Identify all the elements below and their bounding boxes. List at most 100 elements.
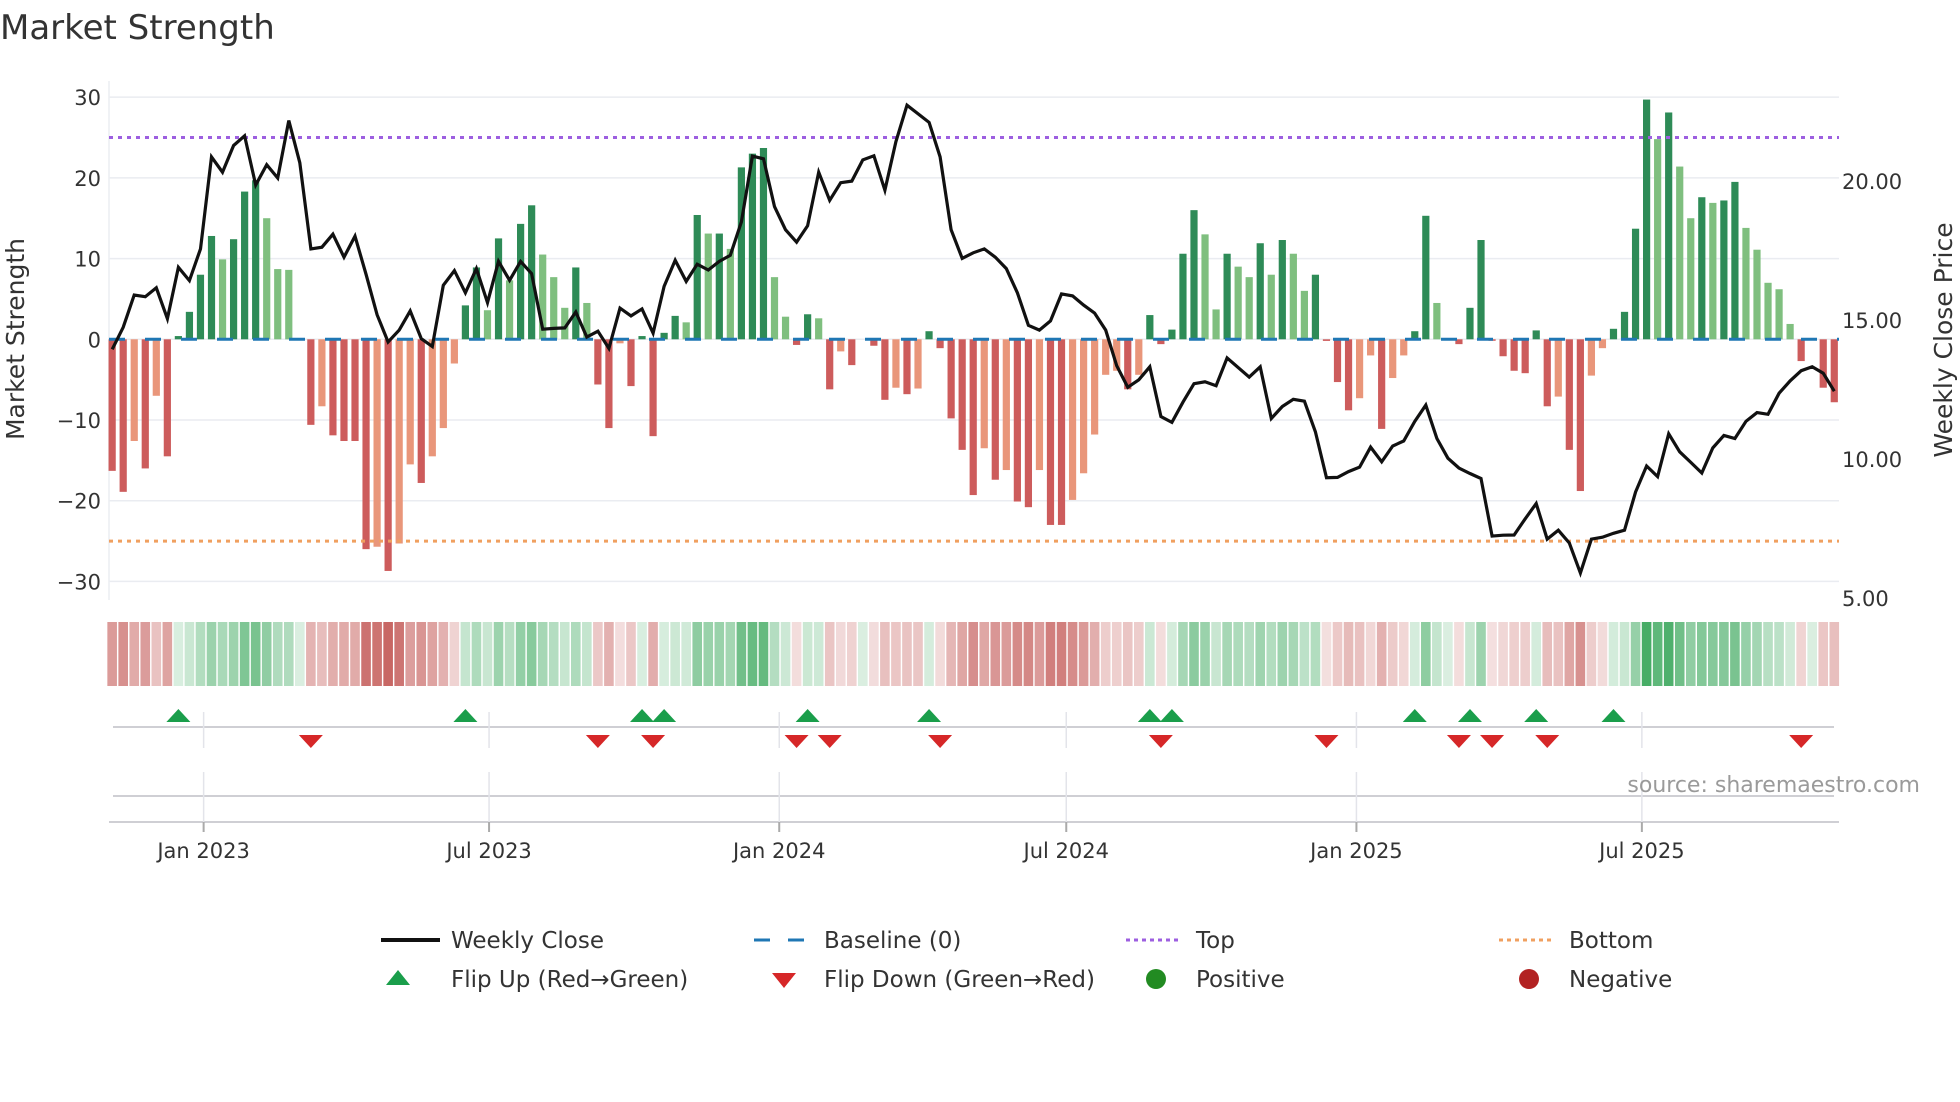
heat-cell bbox=[184, 622, 195, 686]
heat-cell bbox=[261, 622, 272, 686]
heat-cell bbox=[372, 622, 382, 686]
heat-cell bbox=[361, 622, 371, 686]
positive-strength-bar bbox=[1146, 315, 1154, 340]
legend-label: Flip Down (Green→Red) bbox=[824, 967, 1095, 993]
heat-cell bbox=[1100, 622, 1111, 686]
negative-strength-bar bbox=[1046, 339, 1055, 525]
flip-down-marker bbox=[1148, 735, 1173, 748]
legend-item-flip-up: Flip Up (Red→Green) bbox=[386, 967, 688, 993]
flip-down-marker bbox=[1535, 735, 1560, 748]
negative-strength-bar bbox=[1013, 339, 1021, 502]
positive-strength-bar bbox=[174, 336, 182, 340]
heat-cell bbox=[1089, 622, 1100, 686]
x-tick-label: Jan 2023 bbox=[155, 839, 250, 863]
heat-cell bbox=[703, 622, 714, 686]
heat-cell bbox=[537, 622, 548, 686]
positive-strength-bar bbox=[218, 259, 227, 340]
negative-strength-bar bbox=[119, 339, 127, 492]
flip-down-marker bbox=[298, 735, 323, 748]
heat-cell bbox=[1818, 622, 1829, 686]
positive-strength-bar bbox=[737, 167, 745, 340]
legend-item-top: Top bbox=[1126, 928, 1235, 954]
heat-cell bbox=[1696, 622, 1707, 686]
heat-cell bbox=[979, 622, 990, 686]
heat-cell bbox=[1222, 622, 1232, 686]
legend-item-bottom: Bottom bbox=[1499, 928, 1653, 954]
heat-cell bbox=[902, 622, 912, 686]
heat-cell bbox=[162, 622, 173, 686]
positive-strength-bar bbox=[1631, 228, 1640, 340]
legend-label: Flip Up (Red→Green) bbox=[451, 967, 688, 993]
positive-strength-bar bbox=[1300, 290, 1308, 340]
positive-strength-bar bbox=[704, 233, 712, 340]
heat-cell bbox=[692, 622, 703, 686]
heat-cell bbox=[1376, 622, 1387, 686]
heat-cell bbox=[1708, 622, 1718, 686]
heat-cell bbox=[1652, 622, 1663, 686]
heat-cell bbox=[913, 622, 923, 686]
negative-strength-bar bbox=[1499, 339, 1507, 357]
negative-strength-bar bbox=[1819, 339, 1827, 388]
heat-cell bbox=[1774, 622, 1784, 686]
flip-down-marker bbox=[784, 735, 809, 748]
negative-strength-bar bbox=[1068, 339, 1077, 500]
y-tick-label: 10 bbox=[74, 248, 101, 272]
legend-label: Positive bbox=[1196, 967, 1285, 993]
heat-cell bbox=[858, 622, 868, 686]
negative-strength-bar bbox=[362, 339, 370, 550]
heat-cell bbox=[1608, 622, 1619, 686]
heat-cell bbox=[548, 622, 559, 686]
heat-cell bbox=[659, 622, 669, 686]
x-tick-label: Jan 2025 bbox=[1308, 839, 1403, 863]
chart-title: Market Strength bbox=[0, 8, 275, 48]
positive-strength-bar bbox=[274, 269, 282, 340]
flip-up-marker bbox=[795, 709, 820, 722]
heat-cell bbox=[295, 622, 305, 686]
positive-strength-bar bbox=[1775, 289, 1783, 340]
strength-heat-strip bbox=[107, 622, 1840, 686]
heat-cell bbox=[1299, 622, 1310, 686]
heat-cell bbox=[835, 622, 846, 686]
heat-cell bbox=[1465, 622, 1475, 686]
negative-strength-bar bbox=[649, 339, 657, 437]
heat-cell bbox=[1012, 622, 1023, 686]
heat-cell bbox=[1763, 622, 1773, 686]
heat-cell bbox=[526, 622, 537, 686]
heat-cell bbox=[1001, 622, 1012, 686]
positive-strength-bar bbox=[1731, 181, 1739, 340]
heat-cell bbox=[118, 622, 128, 686]
y2-tick-label: 5.00 bbox=[1842, 587, 1889, 611]
heat-cell bbox=[306, 622, 316, 686]
flip-up-marker bbox=[166, 709, 191, 722]
positive-strength-bar bbox=[1676, 166, 1684, 340]
negative-strength-bar bbox=[351, 339, 359, 441]
heat-cell bbox=[559, 622, 570, 686]
negative-strength-bar bbox=[605, 339, 613, 429]
flip-up-marker bbox=[1159, 709, 1184, 722]
heat-cell bbox=[195, 622, 206, 686]
negative-strength-bar bbox=[980, 339, 988, 449]
positive-strength-bar bbox=[1311, 274, 1320, 340]
flip-markers-panel bbox=[109, 709, 1839, 823]
heat-cell bbox=[1509, 622, 1519, 686]
y2-tick-label: 15.00 bbox=[1842, 309, 1902, 333]
heat-cell bbox=[1421, 622, 1431, 686]
positive-strength-bar bbox=[1764, 282, 1772, 340]
negative-strength-bar bbox=[373, 339, 381, 547]
negative-strength-bar bbox=[329, 339, 337, 436]
y2-tick-label: 20.00 bbox=[1842, 170, 1902, 194]
negative-strength-bar bbox=[1565, 339, 1573, 450]
heat-cell bbox=[1133, 622, 1144, 686]
negative-strength-bar bbox=[141, 339, 149, 469]
positive-strength-bar bbox=[505, 280, 514, 340]
heat-cell bbox=[471, 622, 482, 686]
flip-up-marker bbox=[453, 709, 478, 722]
negative-strength-bar bbox=[881, 339, 889, 400]
negative-strength-bar bbox=[1400, 339, 1408, 356]
positive-strength-bar bbox=[693, 214, 701, 340]
heat-cell bbox=[571, 622, 581, 686]
x-tick-label: Jul 2024 bbox=[1022, 839, 1109, 863]
legend: Weekly Close Baseline (0) Top Bottom Fli… bbox=[381, 928, 1672, 993]
heat-cell bbox=[880, 622, 890, 686]
y-tick-label: −30 bbox=[57, 570, 101, 594]
